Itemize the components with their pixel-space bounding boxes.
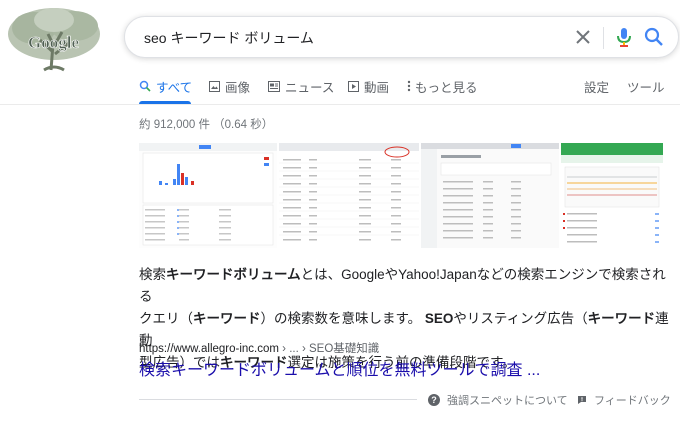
feedback-label: フィードバック: [594, 395, 671, 407]
search-input[interactable]: seo キーワード ボリューム: [144, 28, 314, 48]
tab-images[interactable]: 画像: [209, 78, 251, 95]
news-icon: [268, 80, 280, 92]
snippet-bold-text: キーワードボリューム: [166, 267, 301, 282]
result-image-4[interactable]: [561, 143, 663, 248]
snippet-text: やリスティング広告（: [453, 311, 588, 326]
tools-label: ツール: [627, 80, 665, 95]
tab-more[interactable]: もっと見る: [407, 78, 478, 95]
result-title-link[interactable]: 検索キーワードボリュームと順位を無料ツールで調査 ...: [139, 356, 540, 380]
image-strip: [139, 143, 663, 248]
result-stats: 約 912,000 件 （0.64 秒）: [139, 119, 274, 131]
tab-label: 動画: [364, 80, 390, 95]
tab-label: すべて: [156, 80, 193, 95]
svg-text:Google: Google: [28, 33, 79, 52]
tab-label: もっと見る: [415, 80, 478, 95]
about-snippets-label: 強調スニペットについて: [447, 395, 568, 407]
tab-all[interactable]: すべて: [139, 78, 193, 95]
footer-divider: [139, 399, 417, 400]
about-snippets-link[interactable]: ? 強調スニペットについて: [428, 392, 568, 408]
snippet-bold-text: キーワード: [587, 311, 656, 326]
search-box-divider: [603, 27, 604, 49]
search-icon: [139, 80, 151, 92]
feedback-icon: [578, 396, 586, 404]
tab-label: 画像: [225, 80, 251, 95]
result-url: https://www.allegro-inc.com: [139, 343, 279, 355]
result-image-3[interactable]: [421, 143, 559, 248]
tab-videos[interactable]: 動画: [348, 78, 390, 95]
tree-logo-icon: Google: [8, 8, 100, 72]
snippet-text: クエリ（: [139, 311, 193, 326]
header-divider: [0, 104, 680, 105]
tab-label: ニュース: [285, 80, 335, 95]
microphone-icon[interactable]: [614, 26, 634, 48]
image-icon: [209, 80, 220, 92]
result-cite[interactable]: https://www.allegro-inc.com › ... › SEO基…: [139, 340, 379, 356]
tab-settings[interactable]: 設定: [584, 78, 610, 95]
result-image-2[interactable]: [279, 143, 419, 248]
snippet-text: ）の検索数を意味します。: [260, 311, 425, 326]
snippet-bold-text: SEO: [424, 311, 454, 326]
more-vert-icon: [407, 80, 411, 92]
tab-tools[interactable]: ツール: [627, 78, 665, 95]
google-logo[interactable]: Google: [4, 6, 104, 72]
settings-label: 設定: [584, 80, 610, 95]
tab-news[interactable]: ニュース: [268, 78, 335, 95]
video-icon: [348, 80, 359, 92]
clear-icon[interactable]: [573, 27, 593, 47]
feedback-link[interactable]: フィードバック: [577, 392, 671, 408]
search-icon[interactable]: [643, 26, 665, 48]
help-icon: ?: [428, 394, 440, 406]
snippet-bold-text: キーワード: [193, 311, 261, 326]
snippet-text: 検索: [139, 267, 166, 282]
result-breadcrumb: › ... › SEO基礎知識: [278, 343, 380, 355]
result-image-1[interactable]: [139, 143, 277, 248]
search-box[interactable]: seo キーワード ボリューム: [124, 16, 679, 58]
